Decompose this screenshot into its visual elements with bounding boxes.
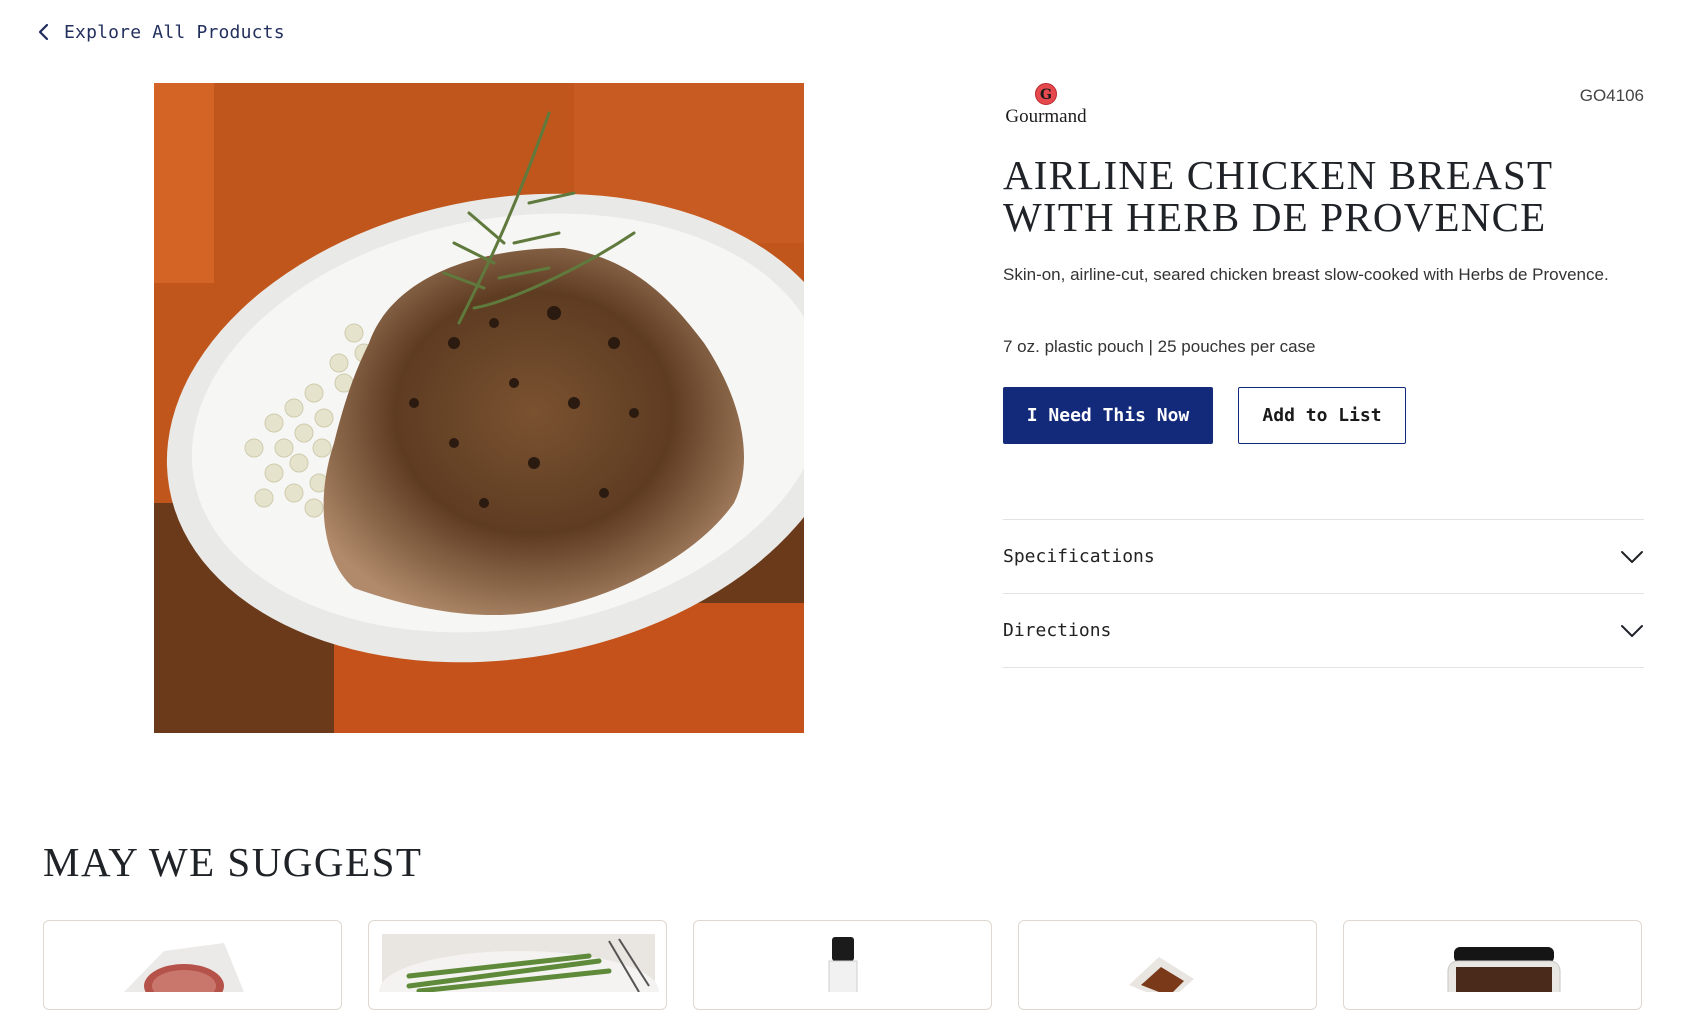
suggestion-card[interactable] [1018,920,1317,1010]
product-description: Skin-on, airline-cut, seared chicken bre… [1003,265,1609,284]
glass-bottle-image [828,937,858,992]
explore-all-products-link[interactable]: Explore All Products [38,20,285,44]
asparagus-plate-image [379,934,659,992]
suggestions-heading: MAY WE SUGGEST [43,839,423,885]
accordion-directions[interactable]: Directions [1003,594,1644,668]
chevron-down-icon [1620,550,1644,564]
brand-logo: G Gourmand [1003,83,1089,128]
product-packaging: 7 oz. plastic pouch | 25 pouches per cas… [1003,337,1316,356]
back-link-label: Explore All Products [64,21,285,43]
suggestions-list [43,920,1643,1010]
accordion-specifications[interactable]: Specifications [1003,520,1644,594]
suggestion-card[interactable] [1343,920,1642,1010]
product-image [154,83,804,733]
suggestion-card[interactable] [43,920,342,1010]
brand-emblem-icon: G [1035,83,1057,105]
chevron-left-icon [38,23,50,41]
product-sku: GO4106 [1579,86,1644,105]
accordion-label: Specifications [1003,546,1155,567]
suggestion-card[interactable] [368,920,667,1010]
need-this-now-button[interactable]: I Need This Now [1003,387,1213,444]
sliced-meat-package-image [124,943,244,992]
suggestion-card[interactable] [693,920,992,1010]
product-title: Airline Chicken Breast with Herb de Prov… [1003,152,1553,240]
jar-of-dark-pieces-image [1447,947,1561,992]
product-accordion: Specifications Directions [1003,519,1644,668]
sauce-pouch-image [1129,957,1194,992]
brand-name: Gourmand [1005,106,1087,127]
chevron-down-icon [1620,624,1644,638]
accordion-label: Directions [1003,620,1112,641]
add-to-list-button[interactable]: Add to List [1238,387,1406,444]
